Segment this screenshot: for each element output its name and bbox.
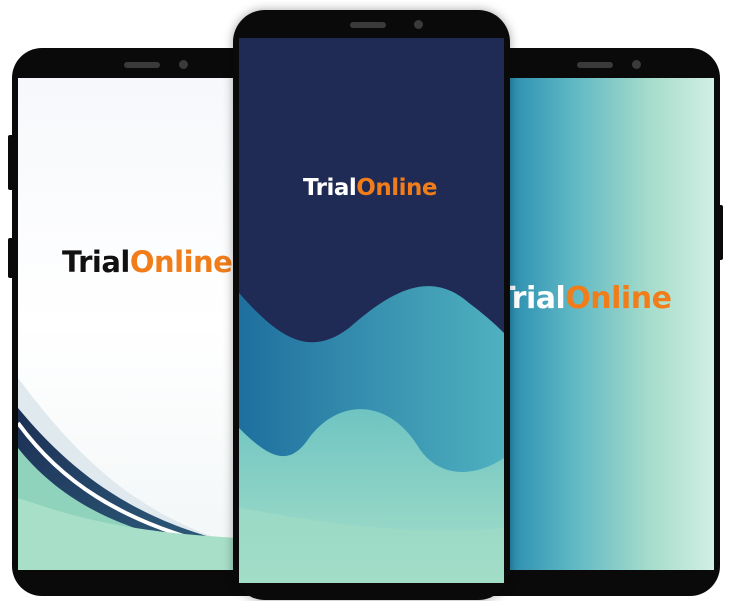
- logo-word-online: Online: [129, 245, 233, 279]
- left-phone-logo: TrialOnline: [62, 245, 233, 279]
- center-phone-screen: [239, 38, 504, 583]
- center-phone-logo: TrialOnline: [303, 175, 437, 201]
- center-phone: TrialOnline: [233, 10, 510, 600]
- right-phone-camera: [632, 60, 641, 69]
- logo-word-online: Online: [565, 281, 672, 316]
- center-phone-speaker: [350, 22, 386, 28]
- left-phone-camera: [179, 60, 188, 69]
- logo-word-trial: Trial: [62, 245, 130, 279]
- right-phone-logo: TrialOnline: [495, 281, 672, 316]
- logo-word-online: Online: [356, 175, 437, 201]
- logo-word-trial: Trial: [303, 175, 357, 201]
- left-phone-speaker: [124, 62, 160, 68]
- center-phone-wave-graphic: [239, 286, 504, 583]
- right-phone-speaker: [577, 62, 613, 68]
- center-phone-camera: [414, 20, 423, 29]
